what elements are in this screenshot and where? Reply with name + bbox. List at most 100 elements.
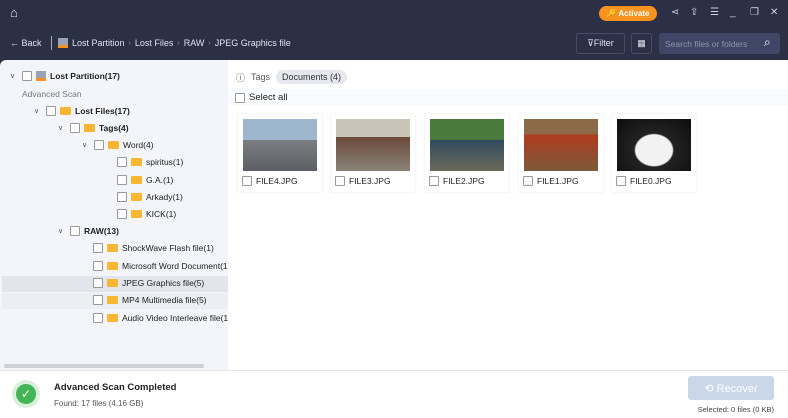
tree-item[interactable]: G.A.(1) xyxy=(117,175,173,185)
tree-item-tags[interactable]: ∨ Tags(4) xyxy=(58,123,129,133)
checkbox[interactable] xyxy=(242,176,252,186)
checkbox[interactable] xyxy=(117,157,127,167)
activate-button[interactable]: 🔑 Activate xyxy=(599,6,657,21)
breadcrumb-item[interactable]: RAW xyxy=(184,38,205,48)
thumbnail-image xyxy=(617,119,691,171)
checkbox[interactable] xyxy=(523,176,533,186)
folder-icon xyxy=(107,296,118,304)
filter-button[interactable]: ⊽Filter xyxy=(576,33,625,54)
restore-icon[interactable]: ❐ xyxy=(750,7,759,18)
breadcrumb-item[interactable]: JPEG Graphics file xyxy=(215,38,291,48)
checkbox[interactable] xyxy=(93,243,103,253)
status-footer: ✓ Advanced Scan Completed Found: 17 file… xyxy=(0,370,788,418)
checkbox[interactable] xyxy=(429,176,439,186)
chevron-down-icon[interactable]: ∨ xyxy=(58,227,66,235)
tree-item[interactable]: spiritus(1) xyxy=(117,157,183,167)
tree-label: Tags(4) xyxy=(99,123,129,133)
checkbox[interactable] xyxy=(117,192,127,202)
file-name: FILE1.JPG xyxy=(537,176,579,186)
horizontal-scrollbar[interactable] xyxy=(4,364,204,368)
checkbox[interactable] xyxy=(46,106,56,116)
check-circle-icon: ✓ xyxy=(12,380,40,408)
checkbox[interactable] xyxy=(235,92,245,103)
tree-item-word[interactable]: ∨ Word(4) xyxy=(82,140,154,150)
drive-icon xyxy=(58,38,68,48)
file-card[interactable]: FILE2.JPG xyxy=(425,114,509,192)
file-card[interactable]: FILE0.JPG xyxy=(612,114,696,192)
checkbox[interactable] xyxy=(117,175,127,185)
home-icon[interactable]: ⌂ xyxy=(10,5,18,20)
tree-label: G.A.(1) xyxy=(146,175,174,185)
tree-item[interactable]: Arkady(1) xyxy=(117,192,183,202)
file-card[interactable]: FILE3.JPG xyxy=(331,114,415,192)
select-all-label: Select all xyxy=(249,92,288,103)
folder-icon xyxy=(131,158,142,166)
chevron-down-icon[interactable]: ∨ xyxy=(34,107,42,115)
chevron-right-icon: › xyxy=(177,39,180,47)
view-toggle-button[interactable]: ▦ xyxy=(631,33,652,54)
checkbox[interactable] xyxy=(335,176,345,186)
status-title: Advanced Scan Completed xyxy=(54,382,177,393)
tree-item-raw[interactable]: ∨ RAW(13) xyxy=(58,226,119,236)
tree-label: KICK(1) xyxy=(146,209,177,219)
checkbox[interactable] xyxy=(93,313,103,323)
tree-label: spiritus(1) xyxy=(146,157,184,167)
tree-item[interactable]: Microsoft Word Document(1) xyxy=(93,261,230,271)
chevron-right-icon: › xyxy=(128,39,131,47)
tree-item-selected[interactable]: JPEG Graphics file(5) xyxy=(93,278,204,288)
tree-item-lost-files[interactable]: ∨ Lost Files(17) xyxy=(34,106,130,116)
search-input[interactable] xyxy=(659,33,780,54)
chevron-down-icon[interactable]: ∨ xyxy=(82,141,90,149)
file-name: FILE2.JPG xyxy=(443,176,485,186)
file-card[interactable]: FILE4.JPG xyxy=(238,114,322,192)
select-all-bar xyxy=(228,89,788,105)
tree-item[interactable]: KICK(1) xyxy=(117,209,176,219)
breadcrumb-item[interactable]: Lost Files xyxy=(135,38,174,48)
file-view xyxy=(228,60,788,370)
recover-button[interactable]: ⟲ Recover xyxy=(688,376,774,400)
search-icon[interactable]: ⌕ xyxy=(764,35,771,50)
back-button[interactable]: ← Back xyxy=(10,38,42,48)
tag-pill-documents[interactable]: Documents (4) xyxy=(276,70,348,84)
folder-icon xyxy=(131,176,142,184)
tree-item[interactable]: ShockWave Flash file(1) xyxy=(93,243,214,253)
checkbox[interactable] xyxy=(93,295,103,305)
file-name: FILE0.JPG xyxy=(630,176,672,186)
folder-icon xyxy=(107,279,118,287)
chevron-down-icon[interactable]: ∨ xyxy=(10,72,18,80)
divider xyxy=(51,36,52,50)
tree-item[interactable]: Audio Video Interleave file(1) xyxy=(93,313,231,323)
checkbox[interactable] xyxy=(94,140,104,150)
tree-label: Lost Partition(17) xyxy=(50,71,120,81)
folder-icon xyxy=(131,210,142,218)
checkbox[interactable] xyxy=(22,71,32,81)
checkbox[interactable] xyxy=(93,278,103,288)
select-all-checkbox[interactable]: Select all xyxy=(235,92,288,103)
help-icon: ⓘ xyxy=(236,72,246,83)
thumbnail-image xyxy=(524,119,598,171)
chevron-down-icon[interactable]: ∨ xyxy=(58,124,66,132)
scan-label: Advanced Scan xyxy=(22,89,82,99)
thumbnail-image xyxy=(430,119,504,171)
tree-label: RAW(13) xyxy=(84,226,119,236)
menu-icon[interactable]: ☰ xyxy=(710,7,719,18)
found-count: Found: 17 files (4.16 GB) xyxy=(54,399,144,408)
checkbox[interactable] xyxy=(70,123,80,133)
checkbox[interactable] xyxy=(93,261,103,271)
checkbox[interactable] xyxy=(117,209,127,219)
breadcrumb-item[interactable]: Lost Partition xyxy=(72,38,125,48)
checkbox[interactable] xyxy=(616,176,626,186)
folder-icon xyxy=(84,124,95,132)
file-card[interactable]: FILE1.JPG xyxy=(519,114,603,192)
breadcrumb: Lost Partition › Lost Files › RAW › JPEG Gr… xyxy=(58,38,291,48)
title-bar: ⌂ 🔑 Activate ⋖ ⇪ ☰ _ ❐ ✕ ← Back Lost Par… xyxy=(0,0,788,60)
tree-item[interactable]: MP4 Multimedia file(5) xyxy=(93,295,207,305)
close-icon[interactable]: ✕ xyxy=(770,7,778,18)
minimize-icon[interactable]: _ xyxy=(730,7,736,18)
folder-icon xyxy=(107,244,118,252)
export-icon[interactable]: ⇪ xyxy=(690,7,698,18)
folder-icon xyxy=(60,107,71,115)
tree-item-lost-partition[interactable]: ∨ Lost Partition(17) xyxy=(10,71,120,81)
checkbox[interactable] xyxy=(70,226,80,236)
share-icon[interactable]: ⋖ xyxy=(671,7,679,18)
